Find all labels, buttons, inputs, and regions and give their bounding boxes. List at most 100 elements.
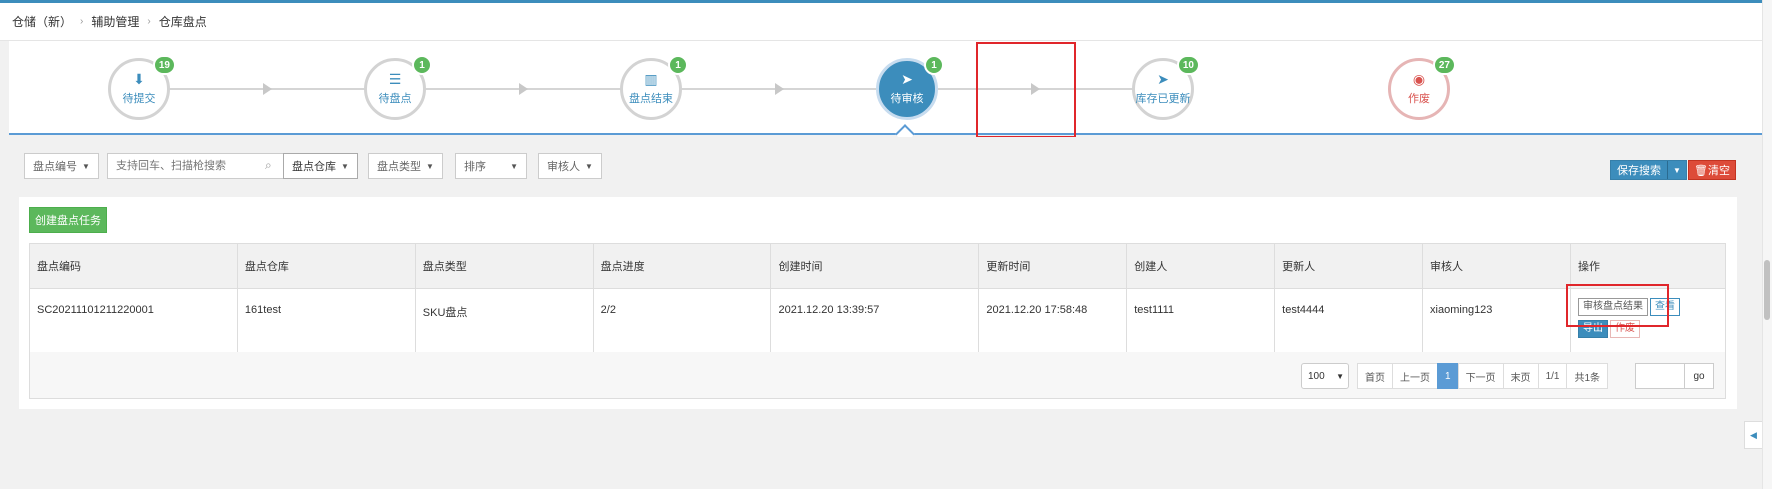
step-connector <box>425 88 650 90</box>
cell-reviewer: xiaoming123 <box>1422 288 1571 353</box>
step-label: 盘点结束 <box>629 93 673 105</box>
cell-created: 2021.12.20 13:39:57 <box>770 288 980 353</box>
column-header: 创建人 <box>1126 243 1276 289</box>
filter-warehouse-label: 盘点仓库 <box>292 161 336 173</box>
column-header: 更新人 <box>1274 243 1424 289</box>
download-icon: ⬇ <box>133 71 145 87</box>
page-count: 1/1 <box>1537 363 1568 389</box>
filter-sort-dropdown[interactable]: 排序 ▼ <box>455 153 527 179</box>
cell-updater: test4444 <box>1274 288 1424 353</box>
step-count-badge: 1 <box>412 55 432 75</box>
step-stock-updated[interactable]: ➤ 库存已更新 10 <box>1132 55 1200 120</box>
column-header: 审核人 <box>1422 243 1571 289</box>
breadcrumb: 仓储（新） › 辅助管理 › 仓库盘点 <box>0 3 1762 41</box>
highlight-box <box>976 42 1076 138</box>
step-count-badge: 27 <box>1432 55 1456 75</box>
step-voided[interactable]: ◉ 作废 27 <box>1388 55 1456 120</box>
cell-updated: 2021.12.20 17:58:48 <box>978 288 1128 353</box>
column-header: 操作 <box>1569 243 1727 289</box>
filter-reviewer-label: 审核人 <box>547 161 580 173</box>
filter-warehouse-dropdown[interactable]: 盘点仓库 ▼ <box>283 153 358 179</box>
step-pending-submit[interactable]: ⬇ 待提交 19 <box>108 55 176 120</box>
cell-progress: 2/2 <box>592 288 772 353</box>
step-pending-count[interactable]: ☰ 待盘点 1 <box>364 55 432 120</box>
breadcrumb-separator-icon: › <box>147 16 151 27</box>
save-search-label: 保存搜索 <box>1617 165 1661 177</box>
caret-down-icon: ▼ <box>426 161 434 171</box>
chevron-down-icon: ▼ <box>1336 371 1344 381</box>
status-steps: ⬇ 待提交 19 ☰ 待盘点 1 ▥ 盘点结束 1 ➤ 待审核 1 ➤ 库存已更… <box>9 41 1762 144</box>
scrollbar-thumb[interactable] <box>1764 260 1770 320</box>
page-size-select[interactable]: 100 ▼ <box>1301 363 1349 389</box>
goto-page-input[interactable] <box>1635 363 1685 389</box>
breadcrumb-separator-icon: › <box>80 16 84 27</box>
go-button[interactable]: go <box>1684 363 1714 389</box>
step-count-badge: 19 <box>152 55 176 75</box>
clear-label: 清空 <box>1707 165 1730 177</box>
step-arrow-icon <box>775 83 784 95</box>
filter-reviewer-dropdown[interactable]: 审核人 ▼ <box>538 153 602 179</box>
column-header: 盘点编码 <box>29 243 238 289</box>
cell-creator: test1111 <box>1126 288 1276 353</box>
last-page-button[interactable]: 末页 <box>1502 363 1539 389</box>
send-icon: ➤ <box>901 71 913 87</box>
step-label: 库存已更新 <box>1135 93 1191 105</box>
filter-code-label: 盘点编号 <box>33 161 77 173</box>
first-page-button[interactable]: 首页 <box>1357 363 1393 389</box>
collapse-panel-icon[interactable]: ◀ <box>1744 421 1762 449</box>
filter-bar: 盘点编号 ▼ ⌕ 盘点仓库 ▼ 盘点类型 ▼ 排序 ▼ 审核人 ▼ <box>9 137 1762 189</box>
step-label: 作废 <box>1408 93 1430 105</box>
filter-type-label: 盘点类型 <box>377 161 421 173</box>
step-count-badge: 1 <box>668 55 688 75</box>
step-label: 待提交 <box>122 93 156 105</box>
step-arrow-icon <box>519 83 528 95</box>
filter-type-dropdown[interactable]: 盘点类型 ▼ <box>368 153 443 179</box>
column-header: 盘点仓库 <box>236 243 416 289</box>
caret-down-icon: ▼ <box>341 161 349 171</box>
barcode-icon: ▥ <box>644 71 658 87</box>
table-header-row: 盘点编码 盘点仓库 盘点类型 盘点进度 创建时间 更新时间 创建人 更新人 审核… <box>29 243 1727 289</box>
current-page-button[interactable]: 1 <box>1437 363 1459 389</box>
table-row: SC20211101211220001 161test SKU盘点 2/2 20… <box>29 288 1727 353</box>
cell-type: SKU盘点 <box>414 288 594 353</box>
save-search-dropdown-icon[interactable]: ▼ <box>1667 161 1686 179</box>
column-header: 创建时间 <box>770 243 980 289</box>
next-page-button[interactable]: 下一页 <box>1457 363 1504 389</box>
filter-sort-label: 排序 <box>464 161 486 173</box>
cell-warehouse: 161test <box>236 288 416 353</box>
caret-down-icon: ▼ <box>510 161 518 171</box>
step-connector <box>169 88 394 90</box>
save-search-button[interactable]: 保存搜索 ▼ <box>1610 160 1687 180</box>
column-header: 更新时间 <box>978 243 1128 289</box>
breadcrumb-item-warehouse[interactable]: 仓储（新） <box>12 13 72 30</box>
highlight-box <box>1566 284 1669 327</box>
search-input[interactable] <box>107 153 285 179</box>
step-count-finished[interactable]: ▥ 盘点结束 1 <box>620 55 688 120</box>
cell-code: SC20211101211220001 <box>29 288 238 353</box>
scrollbar-track[interactable] <box>1762 0 1772 489</box>
caret-down-icon: ▼ <box>585 161 593 171</box>
search-icon[interactable]: ⌕ <box>265 158 272 173</box>
caret-down-icon: ▼ <box>82 161 90 171</box>
step-pending-review[interactable]: ➤ 待审核 1 <box>876 55 944 120</box>
breadcrumb-item-aux[interactable]: 辅助管理 <box>91 13 139 30</box>
prev-page-button[interactable]: 上一页 <box>1392 363 1438 389</box>
pagination: 首页 上一页 1 下一页 末页 1/1 共1条 <box>1357 363 1609 389</box>
total-count: 共1条 <box>1566 363 1609 389</box>
list-icon: ☰ <box>388 71 402 87</box>
step-label: 待盘点 <box>378 93 412 105</box>
eye-slash-icon: ◉ <box>1412 71 1426 87</box>
step-count-badge: 1 <box>924 55 944 75</box>
step-arrow-icon <box>263 83 272 95</box>
page-size-value: 100 <box>1308 370 1325 382</box>
clear-button[interactable]: 🗑 清空 <box>1688 160 1736 180</box>
step-label: 待审核 <box>890 93 924 105</box>
breadcrumb-item-stocktake: 仓库盘点 <box>158 15 207 29</box>
step-connector <box>681 88 906 90</box>
create-stocktake-button[interactable]: 创建盘点任务 <box>29 207 107 233</box>
send-icon: ➤ <box>1157 71 1169 87</box>
step-count-badge: 10 <box>1176 55 1200 75</box>
stocktake-table: 盘点编码 盘点仓库 盘点类型 盘点进度 创建时间 更新时间 创建人 更新人 审核… <box>29 243 1727 353</box>
column-header: 盘点进度 <box>592 243 772 289</box>
filter-code-dropdown[interactable]: 盘点编号 ▼ <box>24 153 99 179</box>
